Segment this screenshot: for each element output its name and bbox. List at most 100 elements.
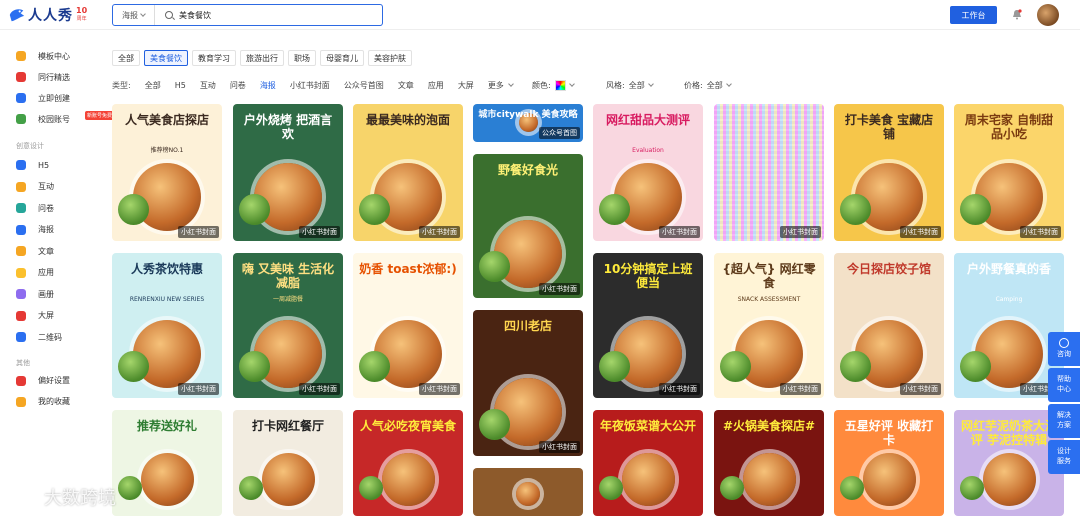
card-title: 户外烧烤 把酒言欢 — [243, 113, 333, 141]
type-filter-option[interactable]: 全部 — [145, 80, 161, 91]
card-title: 野餐好食光 — [497, 163, 558, 177]
type-filter-option[interactable]: H5 — [175, 81, 186, 90]
article-icon — [16, 246, 26, 256]
sidebar-item-app[interactable]: 应用 — [16, 266, 54, 280]
type-filter-option[interactable]: 小红书封面 — [290, 80, 330, 91]
type-filter-option[interactable]: 更多 — [488, 80, 504, 91]
float-help-label: 咨询 — [1057, 350, 1071, 359]
watermark: 大数跨境 — [10, 484, 116, 510]
type-filter-option[interactable]: 应用 — [428, 80, 444, 91]
template-card[interactable]: 年夜饭菜谱大公开 — [593, 410, 703, 516]
sidebar-item-h5[interactable]: H5 — [16, 158, 49, 172]
type-filter-option[interactable]: 海报 — [260, 80, 276, 91]
search-type-select[interactable]: 海报 — [113, 5, 155, 25]
sidebar-item-label: 应用 — [38, 268, 54, 277]
watermark-text: 大数跨境 — [44, 488, 116, 509]
card-type-tag: 小红书封面 — [659, 226, 700, 238]
float-help-item[interactable]: 帮助中心 — [1048, 368, 1080, 402]
style-filter[interactable]: 风格: 全部 — [606, 78, 654, 92]
template-card[interactable]: {超人气} 网红零食 SNACK ASSESSMENT 小红书封面 — [714, 253, 824, 398]
bell-icon[interactable] — [1012, 9, 1022, 20]
type-filter-option[interactable]: 互动 — [200, 80, 216, 91]
category-tab[interactable]: 美食餐饮 — [144, 50, 188, 66]
template-card[interactable] — [473, 468, 583, 516]
template-gallery: 人气美食店探店 推荐榜NO.1 小红书封面 户外烧烤 把酒言欢 小红书封面 最最美味的泡面… — [112, 104, 1064, 516]
sidebar-item-qrcode[interactable]: 二维码 — [16, 330, 62, 344]
template-card[interactable]: 人秀茶饮特惠 RENRENXIU NEW SERIES 小红书封面 — [112, 253, 222, 398]
search-input[interactable]: 美食餐饮 — [179, 10, 211, 21]
anniversary-unit: 周年 — [76, 16, 87, 22]
category-tab[interactable]: 旅游出行 — [240, 50, 284, 66]
category-tab[interactable]: 母婴育儿 — [320, 50, 364, 66]
avatar[interactable] — [1037, 4, 1059, 26]
template-card[interactable]: 四川老店 小红书封面 — [473, 310, 583, 456]
sidebar-item-create[interactable]: 立即创建 — [16, 91, 70, 105]
food-image — [118, 351, 149, 382]
category-tab[interactable]: 美容护肤 — [368, 50, 412, 66]
food-image — [840, 476, 864, 500]
template-card[interactable]: 10分钟搞定上班便当 小红书封面 — [593, 253, 703, 398]
type-filter-option[interactable]: 公众号首图 — [344, 80, 384, 91]
card-title: 最最美味的泡面 — [365, 113, 450, 127]
template-card[interactable]: 嗨 又美味 生活化减脂 一周减脂餐 小红书封面 — [233, 253, 343, 398]
sidebar-item-screen[interactable]: 大屏 — [16, 309, 54, 323]
search-bar: 海报 美食餐饮 — [112, 4, 383, 26]
color-filter-label: 颜色: — [532, 80, 551, 90]
food-image — [381, 453, 435, 506]
price-filter[interactable]: 价格: 全部 — [684, 78, 732, 92]
template-card[interactable]: 户外烧烤 把酒言欢小红书封面 — [233, 104, 343, 241]
sidebar-item-template[interactable]: 模板中心 — [16, 49, 70, 63]
brand-logo[interactable]: 人人秀 10 周年 — [8, 5, 87, 25]
float-help-label: 解决方案 — [1057, 411, 1071, 429]
type-filter-option[interactable]: 问卷 — [230, 80, 246, 91]
chevron-down-icon — [140, 11, 146, 17]
sidebar-item-label: 偏好设置 — [38, 376, 70, 385]
type-filter-option[interactable]: 文章 — [398, 80, 414, 91]
template-card[interactable]: 今日探店饺子馆 小红书封面 — [834, 253, 944, 398]
template-card[interactable]: 人气美食店探店 推荐榜NO.1 小红书封面 — [112, 104, 222, 241]
template-card[interactable]: 小红书封面 — [714, 104, 824, 241]
category-tab[interactable]: 教育学习 — [192, 50, 236, 66]
template-card[interactable]: 奶香 toast浓郁:) 小红书封面 — [353, 253, 463, 398]
interact-icon — [16, 181, 26, 192]
sidebar-item-album[interactable]: 画册 — [16, 287, 54, 301]
sidebar-item-campus[interactable]: 校园账号 新账号免费 — [16, 111, 115, 126]
card-type-tag: 小红书封面 — [659, 383, 700, 395]
color-filter[interactable]: 颜色: — [532, 78, 575, 92]
workbench-button[interactable]: 工作台 — [950, 6, 997, 24]
template-card[interactable]: 五星好评 收藏打卡 — [834, 410, 944, 516]
float-help-item[interactable]: 设计服务 — [1048, 440, 1080, 474]
card-type-tag: 小红书封面 — [299, 226, 340, 238]
sidebar-item-peer[interactable]: 同行精选 — [16, 70, 70, 84]
card-type-tag: 小红书封面 — [1020, 226, 1061, 238]
sidebar-item-interact[interactable]: 互动 — [16, 180, 54, 194]
h5-icon — [16, 160, 26, 170]
template-card[interactable]: 野餐好食光 小红书封面 — [473, 154, 583, 298]
template-card[interactable]: 推荐送好礼 — [112, 410, 222, 516]
template-card[interactable]: #火锅美食探店# — [714, 410, 824, 516]
sidebar-item-poster[interactable]: 海报 — [16, 223, 54, 237]
category-tab[interactable]: 职场 — [288, 50, 316, 66]
color-swatch[interactable] — [554, 79, 566, 91]
card-title: 网红芋泥奶茶大测评 芋泥控特辑 — [960, 419, 1057, 447]
sidebar-section-create: 创意设计 — [16, 142, 44, 150]
template-card[interactable]: 城市citywalk 美食攻略 公众号首图 — [473, 104, 583, 142]
sidebar-item-article[interactable]: 文章 — [16, 244, 54, 258]
float-help-item[interactable]: 解决方案 — [1048, 404, 1080, 438]
search-icon[interactable] — [165, 11, 173, 19]
category-tab[interactable]: 全部 — [112, 50, 140, 66]
template-card[interactable]: 打卡美食 宝藏店铺 小红书封面 — [834, 104, 944, 241]
template-card[interactable]: 人气必吃夜宵美食 — [353, 410, 463, 516]
float-help-item[interactable]: 咨询 — [1048, 332, 1080, 366]
sidebar-item-survey[interactable]: 问卷 — [16, 201, 54, 215]
type-filter-option[interactable]: 大屏 — [458, 80, 474, 91]
template-card[interactable]: 网红甜品大测评 Evaluation 小红书封面 — [593, 104, 703, 241]
template-icon — [16, 51, 26, 61]
sidebar-item-star[interactable]: 我的收藏 — [16, 395, 70, 409]
template-card[interactable]: 最最美味的泡面 小红书封面 — [353, 104, 463, 241]
template-card[interactable]: 打卡网红餐厅 — [233, 410, 343, 516]
template-card[interactable]: 周末宅家 自制甜品小吃 小红书封面 — [954, 104, 1064, 241]
sidebar-item-heart[interactable]: 偏好设置 — [16, 374, 70, 388]
card-subtitle: 推荐榜NO.1 — [150, 147, 184, 154]
food-image — [599, 194, 630, 225]
